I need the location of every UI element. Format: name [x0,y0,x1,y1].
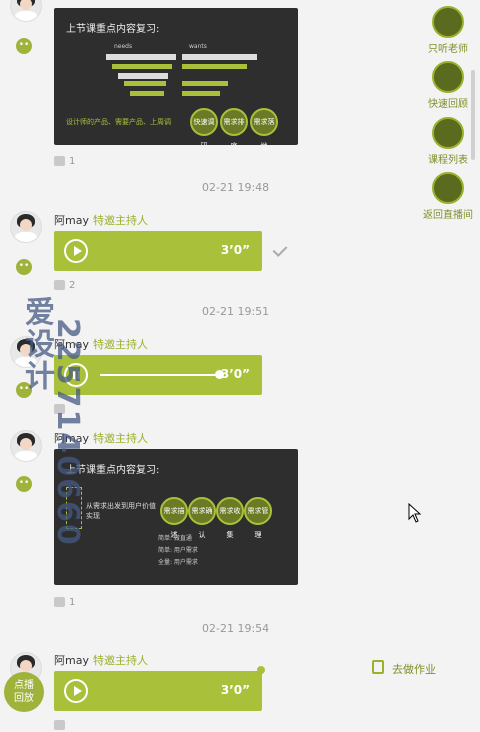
avatar[interactable] [10,211,42,243]
replay-badge-line2: 回放 [14,693,34,704]
slide-circle: 需求确认 [188,497,216,539]
replay-badge-line1: 点播 [14,680,34,691]
slide-image[interactable]: 上节课重点内容复习: needs wants 设计师的产品、需要产品、上周调 快… [54,8,298,145]
play-icon[interactable] [64,679,88,703]
funnel-bar [124,81,166,86]
funnel-bar [130,91,164,96]
slide-left-text: 从需求出发到用户价值实现 [86,502,156,520]
unread-dot [257,666,265,674]
review-icon[interactable] [432,61,464,93]
like-button[interactable]: 1 [54,156,75,167]
slide-circle: 快速调研 [190,108,218,145]
slide-footer-text: 设计师的产品、需要产品、上周调 [66,118,171,126]
check-icon [272,242,288,257]
thumbs-up-icon [54,156,65,166]
funnel-bar [106,54,176,60]
thumbs-up-icon [54,280,65,290]
sidebar-item-return-label[interactable]: 返回直播间 [413,206,480,221]
watermark-number: 2257140660 [50,318,85,547]
voice-duration: 3’0” [220,367,250,381]
voice-message[interactable]: 3’0” [54,671,262,711]
avatar-badge-icon: •• [16,476,32,492]
sidebar-item-review-label[interactable]: 快速回顾 [413,95,480,110]
slide-label-needs: needs [114,43,133,50]
avatar-badge-icon: •• [16,38,32,54]
homework-icon[interactable] [372,660,384,674]
thumbs-up-icon [54,597,65,607]
slide-circle: 需求管理 [244,497,272,539]
sender-name: 阿may [54,214,89,227]
slide-image[interactable]: 上节课重点内容复习: 从需求出发到用户价值实现 需求描述 需求确认 需求收集 需… [54,449,298,585]
return-icon[interactable] [432,172,464,204]
sender-line: 阿may 特邀主持人 [54,212,148,228]
slide-circle: 需求描述 [160,497,188,539]
scrollbar-thumb[interactable] [471,70,475,160]
funnel-bar [182,81,228,86]
sender-role: 特邀主持人 [92,432,148,445]
like-count: 1 [69,597,76,608]
slide-note: 简单: 做直通 [158,535,192,542]
sidebar-item-courses-label[interactable]: 课程列表 [413,151,480,166]
thumbs-up-icon[interactable] [54,720,65,730]
slide-circle: 需求落地 [250,108,278,145]
funnel-bar [112,64,172,69]
sender-line: 阿may 特邀主持人 [54,652,148,668]
avatar[interactable] [10,0,42,22]
list-icon[interactable] [432,117,464,149]
progress-track[interactable] [100,374,220,376]
sidebar-item-listen-label[interactable]: 只听老师 [413,40,480,55]
voice-message[interactable]: 3’0” [54,231,262,271]
voice-duration: 3’0” [220,243,250,257]
timestamp: 02-21 19:51 [202,305,270,318]
like-count: 1 [69,156,76,167]
headphones-icon[interactable] [432,6,464,38]
mouse-cursor-icon [408,503,422,523]
voice-duration: 3’0” [220,683,250,697]
sender-name: 阿may [54,654,89,667]
slide-note: 全量: 用户需求 [158,559,198,566]
timestamp: 02-21 19:48 [202,181,270,194]
slide-title: 上节课重点内容复习: [66,24,160,35]
avatar[interactable] [10,430,42,462]
funnel-bar [182,91,220,96]
slide-circle: 需求收集 [216,497,244,539]
like-button[interactable]: 1 [54,597,75,608]
sender-role: 特邀主持人 [92,338,148,351]
homework-button[interactable]: 去做作业 [392,661,436,677]
voice-message[interactable]: 3’0” [54,355,262,395]
timestamp: 02-21 19:54 [202,622,270,635]
funnel-bar [182,64,247,69]
slide-note: 简单: 用户需求 [158,547,198,554]
slide-label-wants: wants [189,43,207,50]
funnel-bar [182,54,257,60]
like-button[interactable]: 2 [54,280,75,291]
funnel-bar [118,73,168,79]
play-icon[interactable] [64,239,88,263]
slide-circle: 需求排序 [220,108,248,145]
sender-role: 特邀主持人 [92,654,148,667]
sender-role: 特邀主持人 [92,214,148,227]
replay-badge[interactable]: 点播 回放 [4,672,44,712]
like-count: 2 [69,280,76,291]
avatar-badge-icon: •• [16,259,32,275]
